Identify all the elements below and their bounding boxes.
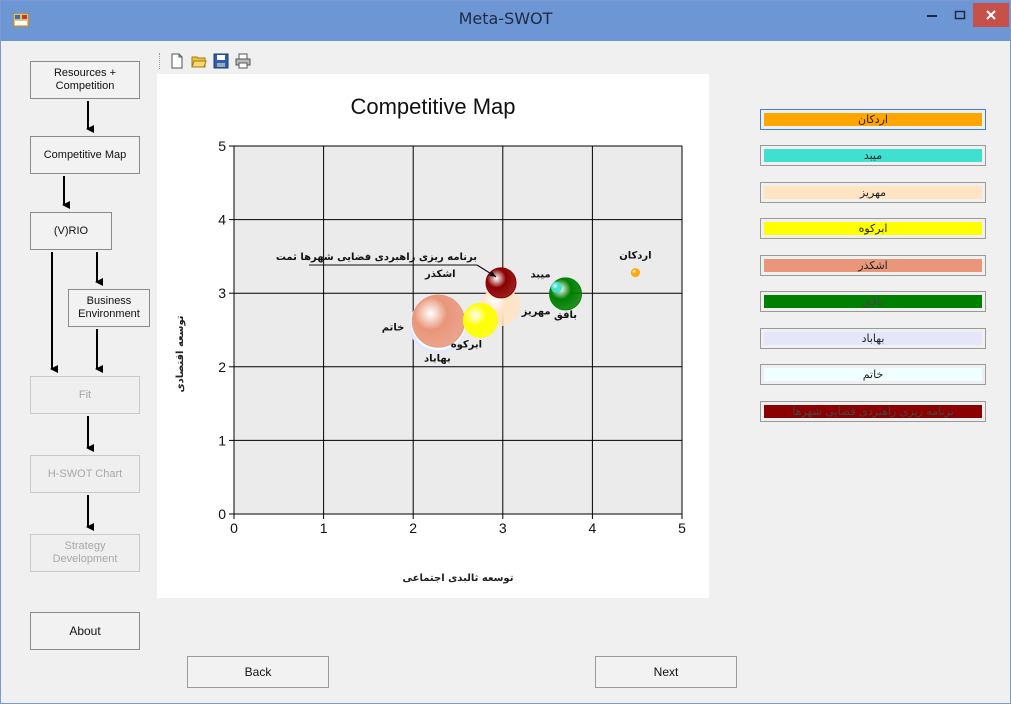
point-label: میبد — [530, 269, 550, 280]
open-folder-icon[interactable] — [191, 53, 207, 69]
x-tick-label: 0 — [230, 520, 238, 536]
legend-item[interactable]: بهاباد — [760, 328, 986, 349]
y-tick-label: 3 — [218, 285, 226, 301]
point-label: بهاباد — [424, 353, 451, 364]
y-tick-label: 0 — [218, 506, 226, 522]
print-icon[interactable] — [235, 53, 251, 69]
toolbar — [159, 51, 251, 71]
back-label: Back — [244, 665, 272, 679]
y-axis-label: توسعه اقتصادی — [175, 315, 186, 392]
competitive-map-chart: 0 1 2 3 4 5 0 1 2 3 4 5 Competitive Map توسعه ثالبد… — [175, 94, 686, 584]
x-tick-label: 5 — [678, 520, 686, 536]
legend-label: ابرکوه — [858, 222, 888, 235]
legend-label: برنامه ریزی راهبردی فضایی شهرها — [792, 405, 954, 418]
point-label: ابرکوه — [451, 339, 482, 350]
about-label: About — [69, 623, 101, 638]
legend-label: اردکان — [858, 113, 888, 126]
legend-label: اشکذر — [858, 259, 888, 272]
chart-title: Competitive Map — [350, 94, 515, 119]
point-label: بافق — [554, 310, 577, 321]
maximize-icon — [954, 10, 966, 20]
y-tick-label: 4 — [218, 212, 226, 228]
next-button[interactable]: Next — [595, 656, 737, 688]
legend-label: بهاباد — [861, 332, 885, 345]
bubble — [630, 268, 640, 278]
back-button[interactable]: Back — [187, 656, 329, 688]
legend-item[interactable]: اردکان — [760, 109, 986, 130]
close-icon — [986, 10, 996, 20]
next-label: Next — [653, 665, 679, 679]
legend-label: خاتم — [862, 368, 884, 381]
point-label: اردکان — [619, 251, 651, 262]
x-tick-label: 3 — [499, 520, 507, 536]
close-button[interactable] — [973, 3, 1009, 27]
bubble — [485, 267, 517, 299]
y-tick-label: 2 — [218, 359, 226, 375]
bubble — [462, 302, 498, 338]
legend-item[interactable]: بافق — [760, 291, 986, 312]
legend-item[interactable]: ابرکوه — [760, 218, 986, 239]
legend-item[interactable]: میبد — [760, 145, 986, 166]
x-axis-label: توسعه ثالبدی اجتماعی — [403, 573, 514, 584]
point-label: مهریز — [521, 306, 551, 317]
legend-item[interactable]: مهریز — [760, 182, 986, 203]
legend-label: میبد — [863, 149, 883, 162]
y-tick-label: 1 — [218, 432, 226, 448]
point-label: خاتم — [382, 323, 405, 334]
chart-panel: 0 1 2 3 4 5 0 1 2 3 4 5 Competitive Map توسعه ثالبد… — [157, 74, 709, 598]
app-window: Meta-SWOT Resources + Competition Compet… — [0, 0, 1011, 704]
minimize-icon — [927, 15, 937, 17]
y-tick-label: 5 — [218, 138, 226, 154]
point-label: اشکذر — [424, 269, 456, 280]
x-tick-label: 1 — [320, 520, 328, 536]
maximize-button[interactable] — [947, 3, 973, 27]
legend-label: بافق — [862, 295, 884, 308]
legend-item[interactable]: خاتم — [760, 364, 986, 385]
x-tick-label: 4 — [589, 520, 597, 536]
save-icon[interactable] — [213, 53, 229, 69]
legend-item[interactable]: برنامه ریزی راهبردی فضایی شهرها — [760, 401, 986, 422]
bubble — [551, 281, 563, 293]
legend-label: مهریز — [859, 186, 887, 199]
x-tick-label: 2 — [409, 520, 417, 536]
about-button[interactable]: About — [30, 612, 140, 650]
legend-item[interactable]: اشکذر — [760, 255, 986, 276]
annotation-text: برنامه ریزی راهبردی فضایی شهرها ثمت — [276, 252, 477, 263]
minimize-button[interactable] — [919, 3, 945, 27]
new-file-icon[interactable] — [169, 53, 185, 69]
flow-arrows — [50, 101, 103, 531]
